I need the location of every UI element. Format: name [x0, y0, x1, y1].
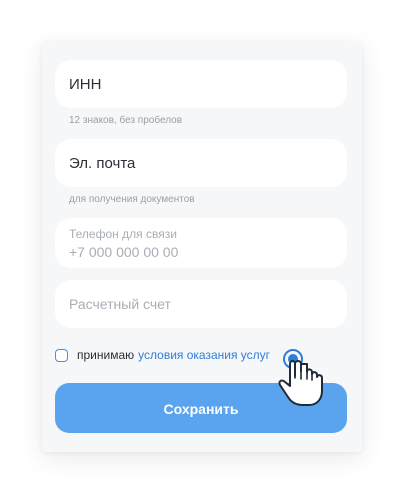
- phone-field-label: Телефон для связи: [69, 227, 177, 241]
- consent-checkbox[interactable]: [55, 348, 68, 362]
- email-field-value: Эл. почта: [69, 155, 136, 172]
- consent-row: принимаю условия оказания услуг: [55, 345, 270, 365]
- inn-field-value: ИНН: [69, 76, 102, 93]
- email-field[interactable]: Эл. почта: [55, 139, 347, 187]
- terms-link[interactable]: условия оказания услуг: [138, 348, 270, 362]
- inn-field[interactable]: ИНН: [55, 60, 347, 108]
- phone-field[interactable]: Телефон для связи +7 000 000 00 00: [55, 218, 347, 268]
- account-field[interactable]: Расчетный счет: [55, 280, 347, 328]
- inn-hint: 12 знаков, без пробелов: [69, 115, 183, 126]
- consent-text: принимаю: [77, 348, 135, 362]
- phone-field-placeholder: +7 000 000 00 00: [69, 244, 179, 260]
- hand-pointer-icon: [278, 349, 323, 406]
- email-hint: для получения документов: [69, 194, 195, 205]
- account-field-placeholder: Расчетный счет: [69, 296, 171, 312]
